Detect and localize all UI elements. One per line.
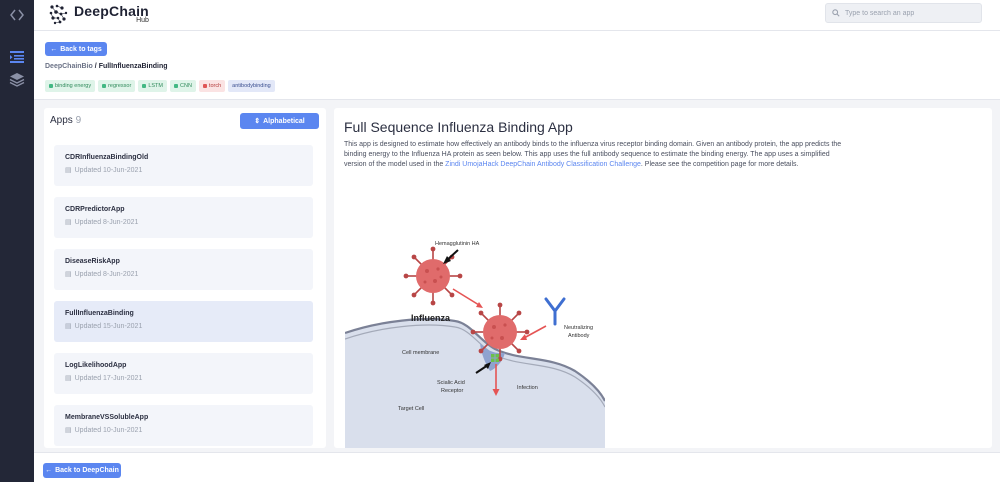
app-name: MembraneVSSolubleApp bbox=[65, 414, 149, 421]
app-card-diseaseriskapp[interactable]: DiseaseRiskApp ▤ Updated 8-Jun-2021 bbox=[54, 249, 313, 290]
breadcrumb-org[interactable]: DeepChainBio bbox=[45, 63, 93, 70]
app-updated: Updated 10-Jun-2021 bbox=[74, 166, 143, 174]
search-box[interactable] bbox=[825, 3, 982, 23]
deepchain-logo[interactable]: DeepChain Hub bbox=[48, 3, 149, 25]
top-bar: DeepChain Hub bbox=[34, 0, 1000, 31]
search-input[interactable] bbox=[845, 9, 975, 17]
app-card-loglikelihoodapp[interactable]: LogLikelihoodApp ▤ Updated 17-Jun-2021 bbox=[54, 353, 313, 394]
tag-dot-icon bbox=[142, 84, 147, 88]
app-card-cdrinfluenzabindingold[interactable]: CDRInfluenzaBindingOld ▤ Updated 10-Jun-2… bbox=[54, 145, 313, 186]
label-target-cell: Target Cell bbox=[398, 406, 424, 412]
app-name: CDRInfluenzaBindingOld bbox=[65, 154, 149, 161]
tag-dot-icon bbox=[102, 84, 107, 88]
app-updated: Updated 15-Jun-2021 bbox=[74, 322, 143, 330]
tag-dot-icon bbox=[174, 84, 178, 88]
tag-cnn[interactable]: CNN bbox=[170, 80, 196, 92]
apps-title: Apps 9 bbox=[50, 115, 81, 126]
label-receptor: Receptor bbox=[441, 388, 463, 394]
tag-label: antibodybinding bbox=[232, 83, 271, 89]
back-to-tags-button[interactable]: ← Back to tags bbox=[45, 42, 107, 56]
app-detail-panel: Full Sequence Influenza Binding App This… bbox=[334, 108, 992, 448]
tag-label: regressor bbox=[108, 83, 132, 89]
app-updated: Updated 8-Jun-2021 bbox=[74, 218, 139, 226]
sort-alphabetical-button[interactable]: ⇕ Alphabetical bbox=[240, 113, 319, 129]
search-icon bbox=[832, 9, 840, 17]
app-header: ← Back to tags DeepChainBio / FullInflue… bbox=[34, 31, 1000, 100]
apps-panel: Apps 9 ⇕ Alphabetical CDRInfluenzaBindin… bbox=[44, 108, 326, 448]
tag-list: binding energy regressor LSTM CNN torch … bbox=[45, 80, 275, 92]
app-date-row: ▤ Updated 8-Jun-2021 bbox=[65, 218, 139, 227]
tag-torch[interactable]: torch bbox=[198, 80, 226, 92]
influenza-binding-diagram: Hemagglutinin HA Influenza Neutralizing … bbox=[345, 241, 605, 448]
label-influenza: Influenza bbox=[411, 313, 451, 323]
tag-antibodybinding[interactable]: antibodybinding bbox=[228, 80, 275, 92]
calendar-icon: ▤ bbox=[65, 323, 72, 330]
breadcrumb-app: FullInfluenzaBinding bbox=[98, 63, 168, 70]
sort-icon: ⇕ bbox=[254, 118, 261, 125]
app-date-row: ▤ Updated 10-Jun-2021 bbox=[65, 166, 143, 175]
tag-label: binding energy bbox=[55, 83, 92, 89]
app-name: CDRPredictorApp bbox=[65, 206, 125, 213]
description-text-end: . Please see the competition page for mo… bbox=[640, 161, 799, 168]
logo-name: DeepChain bbox=[74, 3, 149, 19]
tag-dot-icon bbox=[202, 84, 207, 88]
calendar-icon: ▤ bbox=[65, 427, 72, 434]
calendar-icon: ▤ bbox=[65, 167, 72, 174]
label-neutralizing: Neutralizing bbox=[564, 325, 593, 331]
label-infection: Infection bbox=[517, 385, 538, 391]
tag-label: torch bbox=[208, 83, 222, 89]
arrow-left-icon: ← bbox=[50, 45, 58, 53]
tag-label: CNN bbox=[180, 83, 192, 89]
sort-label: Alphabetical bbox=[263, 117, 305, 125]
footer-bar: ← Back to DeepChain bbox=[34, 452, 1000, 482]
sidebar bbox=[0, 0, 34, 482]
tag-lstm[interactable]: LSTM bbox=[138, 80, 167, 92]
label-antibody: Antibody bbox=[568, 333, 590, 339]
calendar-icon: ▤ bbox=[65, 375, 72, 382]
back-to-deepchain-button[interactable]: ← Back to DeepChain bbox=[43, 463, 121, 478]
app-name: LogLikelihoodApp bbox=[65, 362, 127, 369]
app-card-membranevssolubleapp[interactable]: MembraneVSSolubleApp ▤ Updated 10-Jun-202… bbox=[54, 405, 313, 446]
app-updated: Updated 17-Jun-2021 bbox=[74, 374, 143, 382]
app-updated: Updated 10-Jun-2021 bbox=[74, 426, 143, 434]
tag-regressor[interactable]: regressor bbox=[98, 80, 136, 92]
outline-list-icon[interactable] bbox=[9, 49, 25, 65]
breadcrumb: DeepChainBio / FullInfluenzaBinding bbox=[45, 63, 168, 70]
calendar-icon: ▤ bbox=[65, 219, 72, 226]
virus-bound-icon bbox=[470, 302, 530, 362]
molecule-logo-icon bbox=[49, 4, 68, 25]
app-detail-title: Full Sequence Influenza Binding App bbox=[344, 119, 573, 135]
label-cell-membrane: Cell membrane bbox=[402, 350, 439, 356]
tag-dot-icon bbox=[49, 84, 53, 88]
app-date-row: ▤ Updated 8-Jun-2021 bbox=[65, 270, 139, 279]
antibody-icon bbox=[544, 297, 566, 326]
competition-link[interactable]: Zindi UmojaHack DeepChain Antibody Class… bbox=[445, 161, 641, 168]
tag-binding-energy[interactable]: binding energy bbox=[45, 80, 96, 92]
label-scialic-acid: Scialic Acid bbox=[437, 380, 465, 386]
app-updated: Updated 8-Jun-2021 bbox=[74, 270, 139, 278]
app-card-cdrpredictorapp[interactable]: CDRPredictorApp ▤ Updated 8-Jun-2021 bbox=[54, 197, 313, 238]
app-date-row: ▤ Updated 10-Jun-2021 bbox=[65, 426, 143, 435]
app-description: This app is designed to estimate how eff… bbox=[344, 140, 844, 170]
app-date-row: ▤ Updated 15-Jun-2021 bbox=[65, 322, 143, 331]
app-name: FullInfluenzaBinding bbox=[65, 310, 134, 317]
layers-icon[interactable] bbox=[9, 72, 25, 88]
label-hemagglutinin: Hemagglutinin HA bbox=[435, 241, 480, 247]
apps-count: 9 bbox=[75, 115, 82, 126]
app-card-fullinfluenzabinding[interactable]: FullInfluenzaBinding ▤ Updated 15-Jun-202… bbox=[54, 301, 313, 342]
arrow-left-icon: ← bbox=[45, 467, 53, 474]
back-to-deepchain-label: Back to DeepChain bbox=[55, 467, 119, 474]
back-to-tags-label: Back to tags bbox=[60, 45, 102, 53]
app-date-row: ▤ Updated 17-Jun-2021 bbox=[65, 374, 143, 383]
calendar-icon: ▤ bbox=[65, 271, 72, 278]
code-brackets-icon[interactable] bbox=[9, 7, 25, 23]
tag-label: LSTM bbox=[148, 83, 163, 89]
app-name: DiseaseRiskApp bbox=[65, 258, 120, 265]
virus-icon bbox=[403, 246, 463, 306]
apps-title-label: Apps bbox=[50, 115, 73, 126]
